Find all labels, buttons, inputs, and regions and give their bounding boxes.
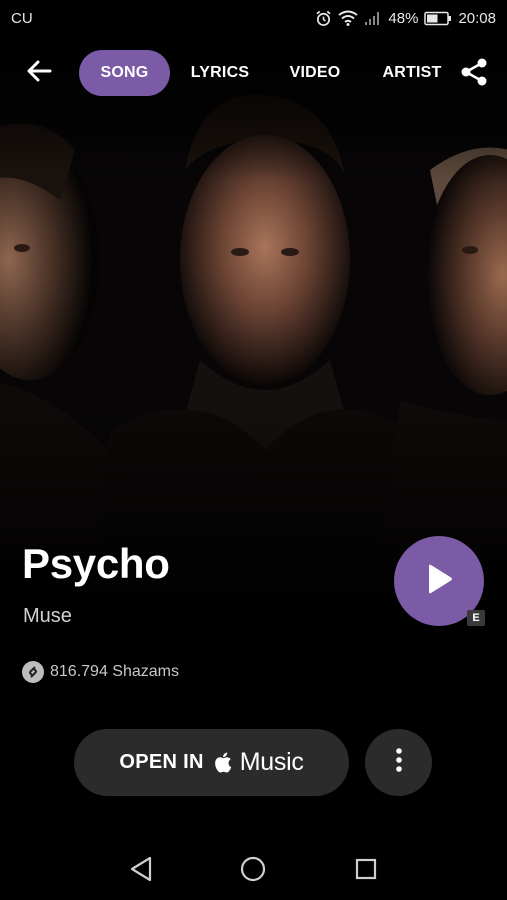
alarm-icon <box>315 10 332 27</box>
explicit-badge: E <box>467 610 485 626</box>
more-options-button[interactable] <box>365 729 432 796</box>
apple-icon <box>214 751 234 774</box>
tab-artist[interactable]: ARTIST <box>375 50 449 96</box>
shazam-count: 816.794 Shazams <box>22 661 179 683</box>
battery-percent: 48% <box>388 9 419 27</box>
artist-name[interactable]: Muse <box>23 605 72 628</box>
back-button[interactable] <box>22 58 56 88</box>
nav-home-icon <box>240 856 266 887</box>
song-title: Psycho <box>22 540 170 587</box>
clock: 20:08 <box>458 9 496 27</box>
more-vertical-icon <box>395 747 403 778</box>
tab-song[interactable]: SONG <box>79 50 170 96</box>
music-service-label: Music <box>239 748 304 776</box>
tab-lyrics[interactable]: LYRICS <box>180 50 260 96</box>
tab-video[interactable]: VIDEO <box>280 50 350 96</box>
signal-icon <box>364 11 382 26</box>
system-navigation-bar <box>0 840 507 900</box>
carrier-label: CU <box>11 9 33 27</box>
system-back-button[interactable] <box>126 856 156 886</box>
system-recents-button[interactable] <box>351 856 381 886</box>
nav-recent-icon <box>354 857 378 886</box>
back-arrow-icon <box>26 60 52 87</box>
nav-back-icon <box>129 856 153 887</box>
share-button[interactable] <box>458 58 490 90</box>
shazam-logo-icon <box>22 661 44 683</box>
open-in-label: OPEN IN <box>119 751 204 773</box>
play-icon <box>424 563 454 600</box>
share-icon <box>460 57 488 92</box>
shazam-count-label: 816.794 Shazams <box>50 663 179 680</box>
status-bar: CU 48% 20:08 <box>0 0 507 36</box>
status-indicators: 48% 20:08 <box>315 10 496 27</box>
battery-icon <box>424 11 452 26</box>
wifi-icon <box>338 10 359 26</box>
system-home-button[interactable] <box>238 856 268 886</box>
open-in-apple-music-button[interactable]: OPEN IN Music <box>74 729 349 796</box>
top-navigation: SONG LYRICS VIDEO ARTIST <box>0 50 507 96</box>
